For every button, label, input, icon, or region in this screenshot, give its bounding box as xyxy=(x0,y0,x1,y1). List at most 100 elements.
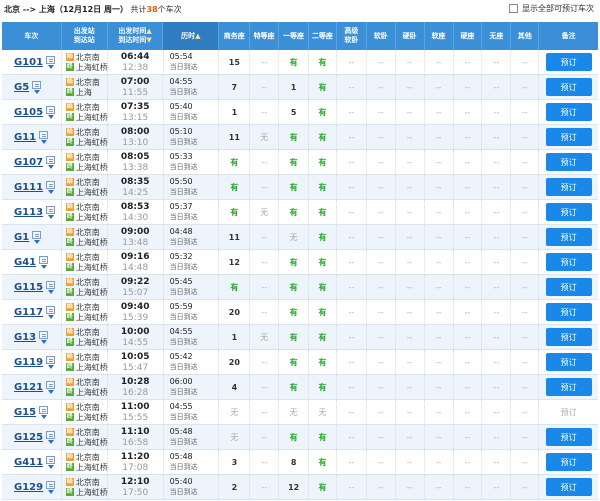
stop-list-icon[interactable] xyxy=(46,180,56,189)
book-button[interactable]: 预订 xyxy=(545,53,592,71)
stop-list-icon[interactable] xyxy=(46,105,56,114)
train-number-link[interactable]: G15 xyxy=(14,407,36,418)
book-button[interactable]: 预订 xyxy=(545,78,592,96)
book-button[interactable]: 预订 xyxy=(545,478,592,496)
from-station[interactable]: 北京南 xyxy=(76,253,100,262)
train-number-link[interactable]: G117 xyxy=(14,307,43,318)
stop-list-icon[interactable] xyxy=(46,355,56,364)
from-station[interactable]: 北京南 xyxy=(76,353,100,362)
train-info[interactable] xyxy=(39,330,49,344)
to-station[interactable]: 上海虹桥 xyxy=(76,288,108,297)
book-button[interactable]: 预订 xyxy=(545,228,592,246)
train-info[interactable] xyxy=(32,80,42,94)
expand-arrow-icon[interactable] xyxy=(47,189,54,194)
stop-list-icon[interactable] xyxy=(39,405,49,414)
stop-list-icon[interactable] xyxy=(46,480,56,489)
to-station[interactable]: 上海虹桥 xyxy=(76,388,108,397)
to-station[interactable]: 上海虹桥 xyxy=(76,463,108,472)
expand-arrow-icon[interactable] xyxy=(47,364,54,369)
from-station[interactable]: 北京南 xyxy=(76,453,100,462)
from-station[interactable]: 北京南 xyxy=(76,103,100,112)
to-station[interactable]: 上海 xyxy=(76,88,92,97)
expand-arrow-icon[interactable] xyxy=(47,214,54,219)
stop-list-icon[interactable] xyxy=(46,280,56,289)
from-station[interactable]: 北京南 xyxy=(76,78,100,87)
book-button[interactable]: 预订 xyxy=(545,178,592,196)
book-button[interactable]: 预订 xyxy=(545,453,592,471)
book-button[interactable]: 预订 xyxy=(545,103,592,121)
train-info[interactable] xyxy=(39,130,49,144)
book-button[interactable]: 预订 xyxy=(545,303,592,321)
to-station[interactable]: 上海虹桥 xyxy=(76,163,108,172)
to-station[interactable]: 上海虹桥 xyxy=(76,363,108,372)
book-button[interactable]: 预订 xyxy=(545,153,592,171)
stop-list-icon[interactable] xyxy=(46,155,56,164)
expand-arrow-icon[interactable] xyxy=(47,489,54,494)
from-station[interactable]: 北京南 xyxy=(76,478,100,487)
book-button[interactable]: 预订 xyxy=(545,253,592,271)
train-number-link[interactable]: G1 xyxy=(14,232,29,243)
train-number-link[interactable]: G105 xyxy=(14,107,43,118)
train-number-link[interactable]: G411 xyxy=(14,457,43,468)
from-station[interactable]: 北京南 xyxy=(76,228,100,237)
from-station[interactable]: 北京南 xyxy=(76,153,100,162)
to-station[interactable]: 上海虹桥 xyxy=(76,238,108,247)
train-number-link[interactable]: G121 xyxy=(14,382,43,393)
book-button[interactable]: 预订 xyxy=(545,428,592,446)
train-number-link[interactable]: G41 xyxy=(14,257,36,268)
to-station[interactable]: 上海虹桥 xyxy=(76,413,108,422)
from-station[interactable]: 北京南 xyxy=(76,53,100,62)
expand-arrow-icon[interactable] xyxy=(40,264,47,269)
to-station[interactable]: 上海虹桥 xyxy=(76,313,108,322)
expand-arrow-icon[interactable] xyxy=(47,114,54,119)
to-station[interactable]: 上海虹桥 xyxy=(76,438,108,447)
train-info[interactable] xyxy=(46,180,56,194)
expand-arrow-icon[interactable] xyxy=(33,239,40,244)
train-number-link[interactable]: G11 xyxy=(14,132,36,143)
from-station[interactable]: 北京南 xyxy=(76,203,100,212)
stop-list-icon[interactable] xyxy=(46,55,56,64)
train-info[interactable] xyxy=(32,230,42,244)
to-station[interactable]: 上海虹桥 xyxy=(76,263,108,272)
to-station[interactable]: 上海虹桥 xyxy=(76,113,108,122)
to-station[interactable]: 上海虹桥 xyxy=(76,188,108,197)
train-number-link[interactable]: G119 xyxy=(14,357,43,368)
from-station[interactable]: 北京南 xyxy=(76,428,100,437)
train-info[interactable] xyxy=(46,105,56,119)
from-station[interactable]: 北京南 xyxy=(76,328,100,337)
from-station[interactable]: 北京南 xyxy=(76,178,100,187)
expand-arrow-icon[interactable] xyxy=(40,414,47,419)
book-button[interactable]: 预订 xyxy=(545,353,592,371)
col-duration-sort[interactable]: 历时 ▲ xyxy=(163,22,220,50)
expand-arrow-icon[interactable] xyxy=(40,339,47,344)
stop-list-icon[interactable] xyxy=(46,305,56,314)
expand-arrow-icon[interactable] xyxy=(47,164,54,169)
train-number-link[interactable]: G13 xyxy=(14,332,36,343)
stop-list-icon[interactable] xyxy=(39,130,49,139)
train-number-link[interactable]: G115 xyxy=(14,282,43,293)
train-info[interactable] xyxy=(46,455,56,469)
train-number-link[interactable]: G125 xyxy=(14,432,43,443)
stop-list-icon[interactable] xyxy=(46,380,56,389)
expand-arrow-icon[interactable] xyxy=(47,439,54,444)
train-info[interactable] xyxy=(46,205,56,219)
expand-arrow-icon[interactable] xyxy=(47,464,54,469)
to-station[interactable]: 上海虹桥 xyxy=(76,138,108,147)
col-time-sort[interactable]: 出发时间▲ 到达时间▼ xyxy=(108,22,164,50)
train-number-link[interactable]: G111 xyxy=(14,182,43,193)
train-info[interactable] xyxy=(46,280,56,294)
train-info[interactable] xyxy=(46,480,56,494)
book-button[interactable]: 预订 xyxy=(545,278,592,296)
stop-list-icon[interactable] xyxy=(32,230,42,239)
stop-list-icon[interactable] xyxy=(46,205,56,214)
train-info[interactable] xyxy=(39,255,49,269)
train-number-link[interactable]: G5 xyxy=(14,82,29,93)
train-info[interactable] xyxy=(39,405,49,419)
stop-list-icon[interactable] xyxy=(46,430,56,439)
expand-arrow-icon[interactable] xyxy=(47,314,54,319)
stop-list-icon[interactable] xyxy=(32,80,42,89)
train-info[interactable] xyxy=(46,355,56,369)
book-button[interactable]: 预订 xyxy=(545,328,592,346)
train-number-link[interactable]: G113 xyxy=(14,207,43,218)
from-station[interactable]: 北京南 xyxy=(76,378,100,387)
